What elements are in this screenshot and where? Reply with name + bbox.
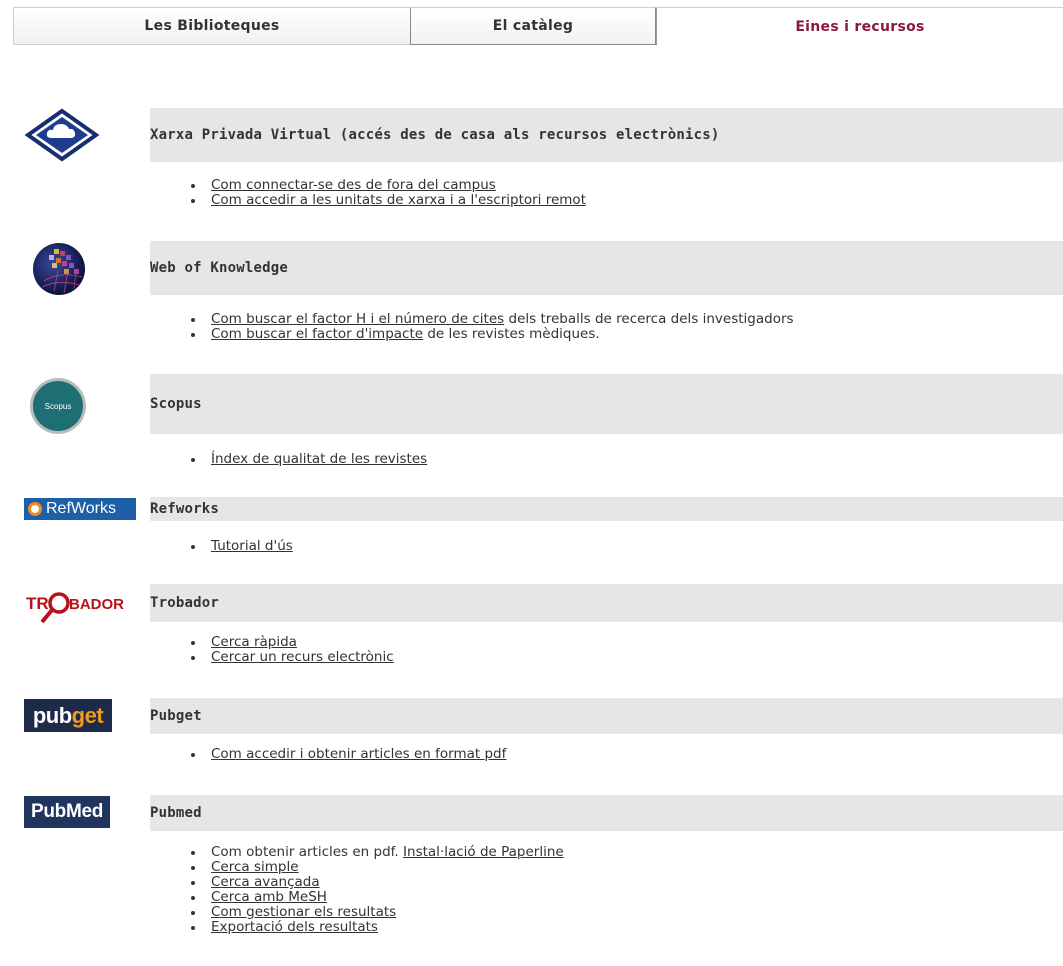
- section-title-bar: Pubget: [150, 698, 1063, 734]
- pubmed-logo-icon: PubMed: [24, 796, 110, 828]
- list-item: Com accedir i obtenir articles en format…: [190, 747, 506, 762]
- link-mesh-search[interactable]: Cerca amb MeSH: [211, 889, 327, 905]
- list-item: Com buscar el factor H i el número de ci…: [190, 312, 794, 327]
- section-title-bar: Trobador: [150, 584, 1063, 622]
- link-list: Cerca ràpida Cercar un recurs electrònic: [190, 635, 394, 665]
- section-title-bar: Scopus: [150, 374, 1063, 434]
- link-connect-outside-campus[interactable]: Com connectar-se des de fora del campus: [211, 177, 496, 193]
- list-item: Com accedir a les unitats de xarxa i a l…: [190, 193, 586, 208]
- link-list: Índex de qualitat de les revistes: [190, 452, 427, 467]
- section-title: Pubmed: [150, 805, 202, 821]
- link-search-electronic-resource[interactable]: Cercar un recurs electrònic: [211, 649, 394, 665]
- section-title: Xarxa Privada Virtual (accés des de casa…: [150, 127, 720, 143]
- list-item: Índex de qualitat de les revistes: [190, 452, 427, 467]
- section-title: Scopus: [150, 396, 202, 412]
- vpn-diamond-icon: [24, 108, 100, 162]
- list-item-text: de les revistes mèdiques.: [423, 326, 600, 342]
- link-list: Com connectar-se des de fora del campus …: [190, 178, 586, 208]
- list-item: Cercar un recurs electrònic: [190, 650, 394, 665]
- main-tabs: Les Biblioteques El catàleg Eines i recu…: [13, 7, 1063, 45]
- list-item: Cerca simple: [190, 860, 564, 875]
- list-item: Com buscar el factor d'impacte de les re…: [190, 327, 794, 342]
- link-journal-quality-index[interactable]: Índex de qualitat de les revistes: [211, 451, 427, 467]
- pubmed-logo-text: PubMed: [30, 801, 104, 822]
- svg-text:BADOR: BADOR: [69, 596, 124, 613]
- tab-eines-i-recursos[interactable]: Eines i recursos: [656, 7, 1063, 45]
- pubget-logo-icon: pub get: [24, 699, 112, 732]
- refworks-logo-text: RefWorks: [46, 500, 116, 517]
- svg-text:Scopus: Scopus: [45, 402, 72, 411]
- link-impact-factor[interactable]: Com buscar el factor d'impacte: [211, 326, 423, 342]
- tab-les-biblioteques[interactable]: Les Biblioteques: [13, 7, 410, 45]
- list-item: Exportació dels resultats: [190, 920, 564, 935]
- list-item: Com obtenir articles en pdf. Instal·laci…: [190, 845, 564, 860]
- list-item: Cerca amb MeSH: [190, 890, 564, 905]
- link-list: Com accedir i obtenir articles en format…: [190, 747, 506, 762]
- link-paperline-install[interactable]: Instal·lació de Paperline: [403, 844, 564, 860]
- link-h-factor[interactable]: Com buscar el factor H i el número de ci…: [211, 311, 504, 327]
- list-item-text: dels treballs de recerca dels investigad…: [504, 311, 794, 327]
- link-list: Com buscar el factor H i el número de ci…: [190, 312, 794, 342]
- list-item: Tutorial d'ús: [190, 539, 293, 554]
- section-title-bar: Web of Knowledge: [150, 241, 1063, 295]
- list-item-text: Com obtenir articles en pdf.: [211, 844, 404, 860]
- section-title-bar: Xarxa Privada Virtual (accés des de casa…: [150, 108, 1063, 162]
- pubget-logo-text-get: get: [71, 702, 104, 728]
- pubget-logo-text-pub: pub: [32, 702, 72, 728]
- section-title: Refworks: [150, 501, 220, 517]
- trobador-logo-icon: TR BADOR: [24, 588, 136, 626]
- scopus-logo-icon: Scopus: [24, 377, 92, 435]
- link-manage-results[interactable]: Com gestionar els resultats: [211, 904, 396, 920]
- section-title-bar: Pubmed: [150, 795, 1063, 831]
- link-list: Tutorial d'ús: [190, 539, 293, 554]
- refworks-logo-icon: RefWorks: [24, 498, 136, 520]
- link-simple-search[interactable]: Cerca simple: [211, 859, 299, 875]
- section-title: Trobador: [150, 595, 220, 611]
- tab-el-cataleg[interactable]: El catàleg: [410, 7, 656, 45]
- list-item: Cerca ràpida: [190, 635, 394, 650]
- web-of-knowledge-globe-icon: [24, 241, 94, 297]
- link-advanced-search[interactable]: Cerca avançada: [211, 874, 320, 890]
- link-list: Com obtenir articles en pdf. Instal·laci…: [190, 845, 564, 935]
- link-network-drives-remote-desktop[interactable]: Com accedir a les unitats de xarxa i a l…: [211, 192, 586, 208]
- section-title-bar: Refworks: [150, 497, 1063, 521]
- list-item: Com gestionar els resultats: [190, 905, 564, 920]
- link-export-results[interactable]: Exportació dels resultats: [211, 919, 378, 935]
- svg-text:TR: TR: [26, 594, 49, 613]
- section-title: Pubget: [150, 708, 202, 724]
- link-access-pdf-articles[interactable]: Com accedir i obtenir articles en format…: [211, 746, 506, 762]
- link-tutorial[interactable]: Tutorial d'ús: [211, 538, 293, 554]
- section-title: Web of Knowledge: [150, 260, 289, 276]
- list-item: Com connectar-se des de fora del campus: [190, 178, 586, 193]
- list-item: Cerca avançada: [190, 875, 564, 890]
- link-quick-search[interactable]: Cerca ràpida: [211, 634, 297, 650]
